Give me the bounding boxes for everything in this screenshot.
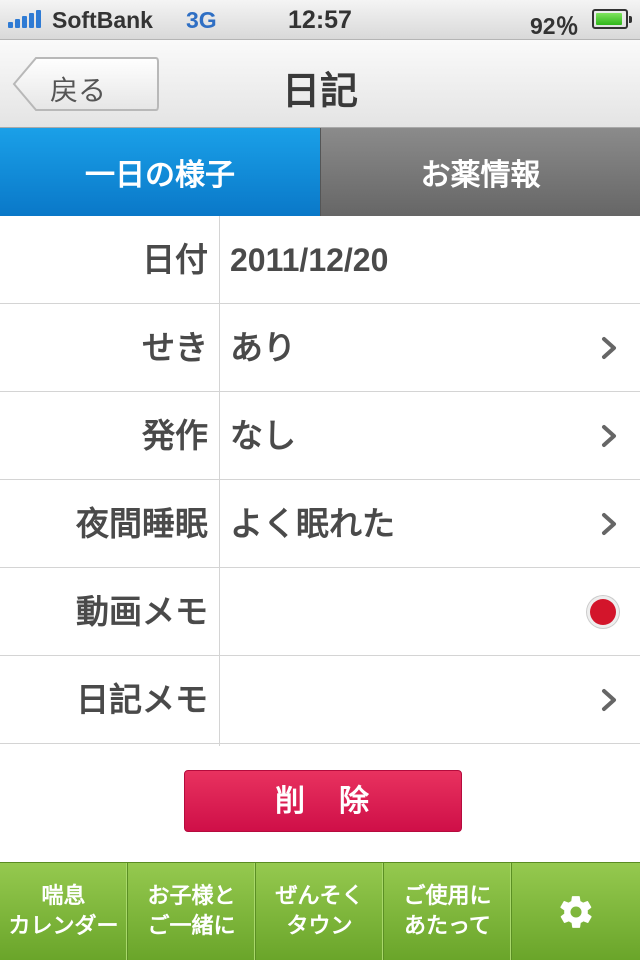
toolbar-asthma-town[interactable]: ぜんそく タウン bbox=[256, 863, 384, 960]
toolbar-about-usage[interactable]: ご使用に あたって bbox=[384, 863, 512, 960]
page-title: 日記 bbox=[281, 69, 358, 113]
navigation-bar: 戻る 日記 bbox=[0, 40, 640, 128]
diary-form: 日付 2011/12/20 せき あり 発作 なし 夜間睡眠 よく眠れた 動画メ… bbox=[0, 216, 640, 744]
toolbar-label: タウン bbox=[286, 914, 353, 939]
battery-icon bbox=[592, 9, 632, 29]
chevron-right-icon bbox=[602, 513, 616, 535]
status-bar: SoftBank 3G 12:57 92％ bbox=[0, 0, 640, 40]
row-value: あり bbox=[230, 328, 296, 367]
toolbar-label: 喘息 bbox=[41, 884, 86, 909]
row-diary-memo[interactable]: 日記メモ bbox=[0, 656, 640, 744]
row-label: 日記メモ bbox=[76, 680, 208, 719]
row-night-sleep[interactable]: 夜間睡眠 よく眠れた bbox=[0, 480, 640, 568]
bottom-toolbar: 喘息カレンダー お子様とご一緒に ぜんそくタウン ご使用にあたって bbox=[0, 862, 640, 960]
battery-percentage: 92％ bbox=[530, 13, 579, 39]
row-video-memo[interactable]: 動画メモ bbox=[0, 568, 640, 656]
toolbar-label: ご使用に bbox=[403, 884, 492, 909]
gear-icon bbox=[560, 896, 592, 928]
row-date: 日付 2011/12/20 bbox=[0, 216, 640, 304]
toolbar-asthma-calendar[interactable]: 喘息 カレンダー bbox=[0, 863, 128, 960]
row-label: せき bbox=[142, 328, 208, 367]
toolbar-label: ご一緒に bbox=[147, 914, 236, 939]
tab-daily-condition[interactable]: 一日の様子 bbox=[0, 128, 320, 216]
row-label: 発作 bbox=[142, 416, 208, 455]
delete-button[interactable]: 削 除 bbox=[184, 770, 462, 832]
row-label: 日付 bbox=[142, 240, 208, 279]
row-value: 2011/12/20 bbox=[230, 242, 389, 278]
row-attack[interactable]: 発作 なし bbox=[0, 392, 640, 480]
record-icon[interactable] bbox=[590, 599, 616, 625]
chevron-right-icon bbox=[602, 337, 616, 359]
chevron-right-icon bbox=[602, 425, 616, 447]
chevron-right-icon bbox=[602, 689, 616, 711]
toolbar-settings[interactable] bbox=[512, 863, 640, 960]
row-label: 夜間睡眠 bbox=[76, 504, 208, 543]
toolbar-label: あたって bbox=[404, 914, 491, 939]
row-value: なし bbox=[230, 416, 296, 455]
row-label: 動画メモ bbox=[76, 592, 208, 631]
row-value: よく眠れた bbox=[230, 504, 395, 543]
toolbar-label: ぜんそく bbox=[275, 884, 364, 909]
toolbar-label: お子様と bbox=[147, 884, 236, 909]
toolbar-with-child[interactable]: お子様と ご一緒に bbox=[128, 863, 256, 960]
tab-medicine-info[interactable]: お薬情報 bbox=[320, 128, 640, 216]
row-cough[interactable]: せき あり bbox=[0, 304, 640, 392]
tab-bar: 一日の様子 お薬情報 bbox=[0, 128, 640, 216]
toolbar-label: カレンダー bbox=[8, 914, 119, 939]
